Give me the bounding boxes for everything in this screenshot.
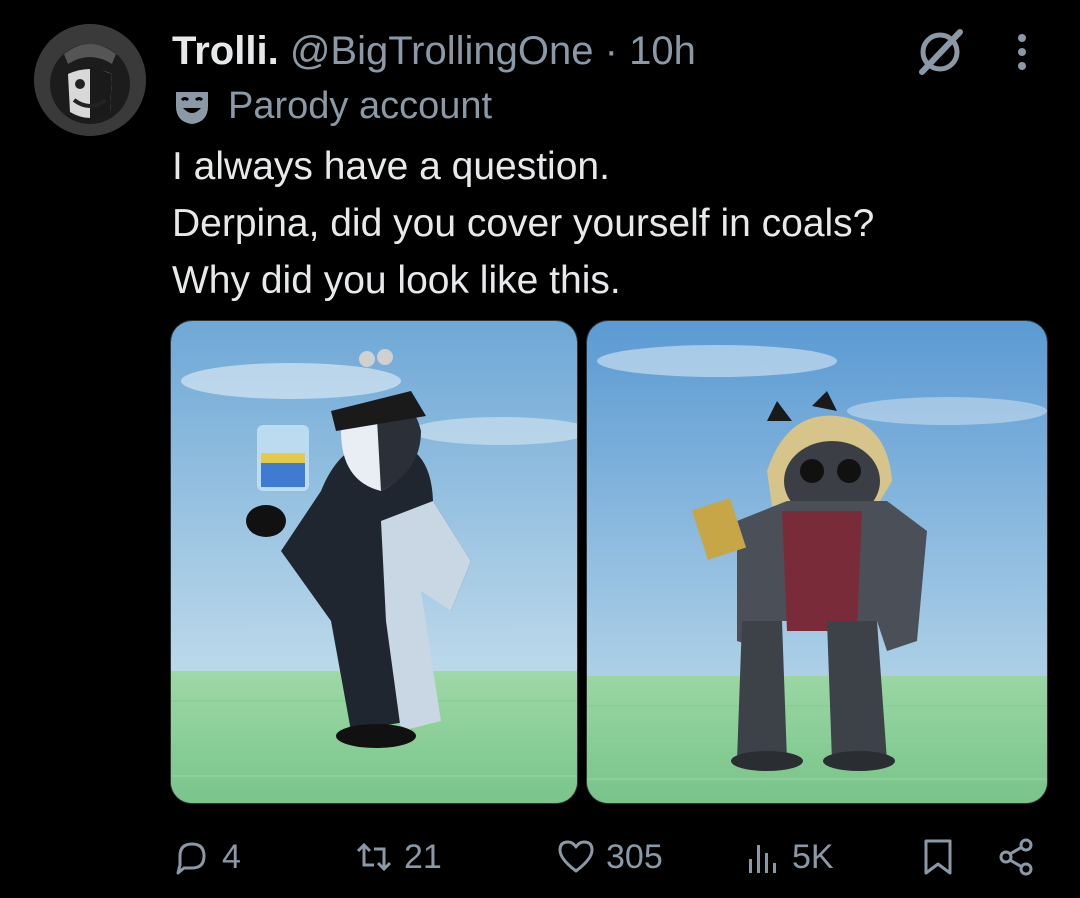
tweet-text-line: I always have a question.: [172, 145, 610, 188]
repost-button[interactable]: 21: [354, 832, 442, 882]
tweet-time[interactable]: 10h: [629, 29, 696, 73]
repost-count: 21: [404, 837, 442, 876]
tweet-image-2[interactable]: [586, 320, 1048, 804]
share-button[interactable]: [996, 832, 1036, 882]
views-button[interactable]: 5K: [742, 832, 834, 882]
repost-icon: [356, 842, 392, 872]
reply-count: 4: [222, 837, 241, 876]
heart-icon: [558, 840, 594, 873]
separator-dot: ·: [604, 29, 618, 73]
grok-icon[interactable]: [914, 26, 966, 78]
tweet-text-line: Why did you look like this.: [172, 259, 621, 302]
tweet-text-line: Derpina, did you cover yourself in coals…: [172, 202, 875, 245]
reply-button[interactable]: 4: [172, 832, 241, 882]
bookmark-button[interactable]: [918, 832, 958, 882]
bookmark-icon: [924, 839, 952, 875]
tweet-text: I always have a question. Derpina, did y…: [172, 138, 1052, 309]
like-count: 305: [606, 837, 663, 876]
tweet-header: Trolli. @BigTrollingOne · 10h: [172, 28, 696, 74]
views-count: 5K: [792, 837, 834, 876]
author-avatar[interactable]: [34, 24, 146, 136]
theater-mask-icon: [176, 92, 208, 124]
like-button[interactable]: 305: [556, 832, 663, 882]
parody-label: Parody account: [172, 84, 492, 128]
reply-icon: [176, 842, 206, 875]
author-name[interactable]: Trolli.: [172, 29, 279, 73]
views-icon: [749, 845, 776, 873]
tweet-actions: 4 21 305 5K: [0, 832, 1080, 882]
parody-label-text: Parody account: [228, 85, 493, 127]
share-icon: [999, 838, 1033, 876]
tweet-image-1[interactable]: [170, 320, 578, 804]
more-dots-icon[interactable]: [1004, 30, 1040, 74]
author-handle[interactable]: @BigTrollingOne: [290, 29, 594, 73]
